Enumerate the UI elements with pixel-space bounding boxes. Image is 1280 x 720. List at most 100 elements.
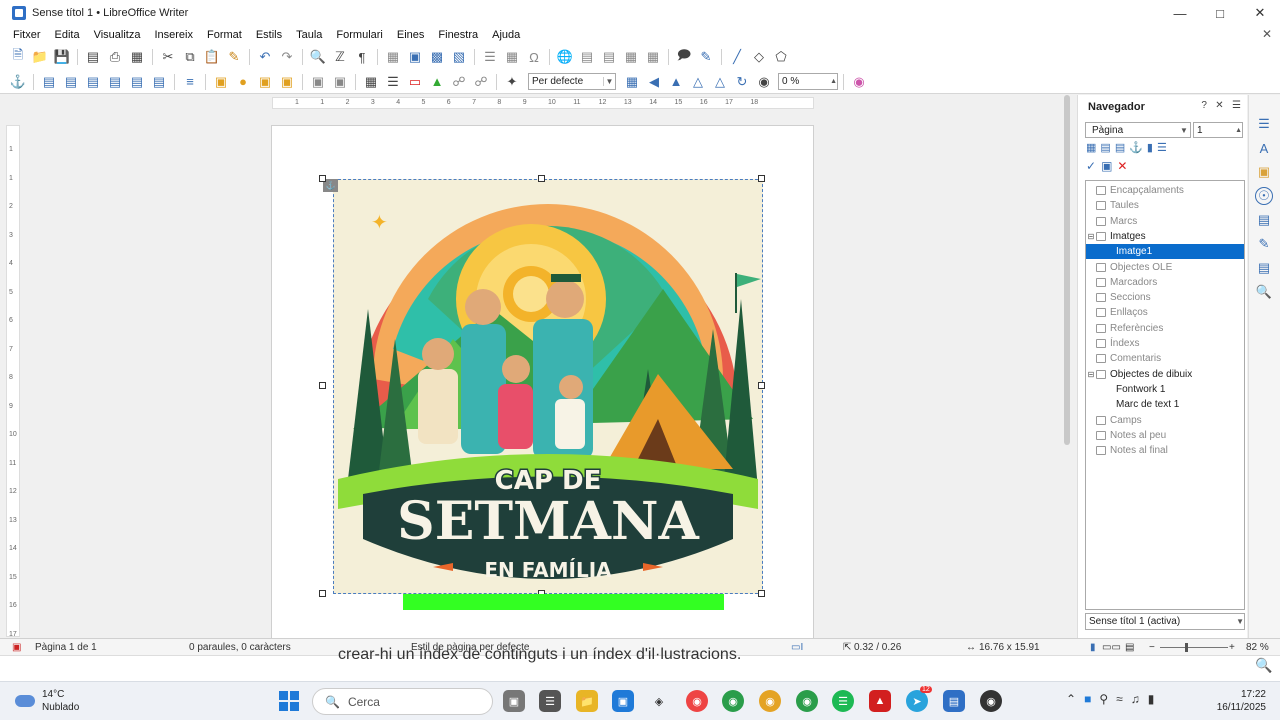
microphone-icon[interactable]: ⚲ [1099, 692, 1108, 706]
edit-image-icon[interactable]: ▣ [1101, 159, 1112, 173]
manage-changes-icon[interactable]: ▤ [1255, 259, 1273, 277]
navigator-tree-item[interactable]: Notes al peu [1086, 428, 1244, 443]
chevron-up-icon[interactable]: ⌃ [1066, 692, 1076, 706]
vertical-ruler[interactable]: 1 1 2 3 4 5 6 7 8 9 10 11 12 13 14 15 16 17 [6, 125, 20, 638]
save-status-icon[interactable]: ▣ [12, 642, 21, 653]
navigator-tree-item[interactable]: Índexs [1086, 336, 1244, 351]
navigator-tree-item[interactable]: Marcadors [1086, 275, 1244, 290]
bring-to-front-icon[interactable]: ▣ [211, 72, 231, 92]
to-background-icon[interactable]: ▣ [330, 72, 350, 92]
wrap-off-icon[interactable]: ▤ [39, 72, 59, 92]
resize-handle[interactable] [758, 590, 765, 597]
collapse-icon[interactable]: ⊟ [1086, 370, 1096, 379]
area-fill-icon[interactable]: ▲ [427, 72, 447, 92]
single-page-view-icon[interactable]: ▮ [1090, 642, 1096, 653]
rotate-left-icon[interactable]: △ [688, 72, 708, 92]
defender-icon[interactable]: ■ [1084, 692, 1091, 706]
insert-chart-icon[interactable]: ▩ [427, 47, 447, 67]
navigator-tree-item[interactable]: Taules [1086, 198, 1244, 213]
navigator-icon[interactable]: ☉ [1255, 187, 1273, 205]
navigator-tree-item[interactable]: Marcs [1086, 214, 1244, 229]
wrap-through-icon[interactable]: ▤ [149, 72, 169, 92]
wrap-right-icon[interactable]: ▤ [127, 72, 147, 92]
navigator-tree-item[interactable]: ⊟ Objectes de dibuix [1086, 367, 1244, 382]
save-icon[interactable]: 💾 [52, 47, 72, 67]
help-icon[interactable]: ? [1201, 100, 1207, 111]
resize-handle[interactable] [758, 175, 765, 182]
weather-widget[interactable]: 14°C Nublado [15, 688, 79, 714]
navigator-tree-item[interactable]: ⊟ Imatges [1086, 229, 1244, 244]
wrap-optimal-icon[interactable]: ▤ [83, 72, 103, 92]
task-view-icon[interactable]: ▣ [503, 690, 525, 712]
anchor-icon[interactable]: ⚓ [8, 72, 28, 92]
file-explorer-icon[interactable]: 📁 [576, 690, 598, 712]
color-palette-icon[interactable]: ◉ [849, 72, 869, 92]
minimize-button[interactable]: — [1160, 0, 1200, 26]
rotate-icon[interactable]: ↻ [732, 72, 752, 92]
to-foreground-icon[interactable]: ▣ [308, 72, 328, 92]
gallery-icon[interactable]: ▣ [1255, 163, 1273, 181]
copy-icon[interactable]: ⧉ [180, 47, 200, 67]
paste-icon[interactable]: 📋 [202, 47, 222, 67]
hyperlink-icon[interactable]: 🌐 [555, 47, 575, 67]
navigator-tree-item[interactable]: Referències [1086, 321, 1244, 336]
wrap-page-icon[interactable]: ▤ [61, 72, 81, 92]
zoom-in-icon[interactable]: + [1229, 642, 1235, 653]
new-document-icon[interactable]: 🗎 [8, 47, 28, 67]
insert-line-icon[interactable]: ╱ [727, 47, 747, 67]
footer-icon[interactable]: ▤ [1115, 141, 1125, 154]
print-icon[interactable]: ⎙ [105, 47, 125, 67]
resize-handle[interactable] [758, 382, 765, 389]
menu-edita[interactable]: Edita [48, 29, 87, 41]
navigator-tree-item[interactable]: Comentaris [1086, 351, 1244, 366]
menu-formulari[interactable]: Formulari [329, 29, 389, 41]
green-highlight-shape[interactable] [403, 594, 724, 610]
navigator-tree-item[interactable]: Marc de text 1 [1086, 397, 1244, 412]
menu-insereix[interactable]: Insereix [147, 29, 200, 41]
flip-horizontal-icon[interactable]: ▲ [666, 72, 686, 92]
menu-format[interactable]: Format [200, 29, 249, 41]
link-frames-icon[interactable]: ☍ [449, 72, 469, 92]
insert-image-icon[interactable]: ▣ [405, 47, 425, 67]
menu-taula[interactable]: Taula [289, 29, 329, 41]
speaker-icon[interactable]: ♫ [1131, 692, 1140, 706]
anchor-to-text-icon[interactable]: ⚓ [1129, 141, 1143, 154]
chrome-icon[interactable]: ◉ [686, 690, 708, 712]
cut-icon[interactable]: ✂ [158, 47, 178, 67]
system-clock[interactable]: 17:22 16/11/2025 [1208, 688, 1266, 714]
checkmark-icon[interactable]: ✓ [1086, 159, 1096, 173]
style-inspector-icon[interactable]: ✎ [1255, 235, 1273, 253]
redo-icon[interactable]: ↷ [277, 47, 297, 67]
page-break-icon[interactable]: ☰ [480, 47, 500, 67]
spelling-icon[interactable]: ℤ [330, 47, 350, 67]
align-objects-icon[interactable]: ≡ [180, 72, 200, 92]
chrome-profile-2-icon[interactable]: ◉ [759, 690, 781, 712]
border-style-icon[interactable]: ☰ [383, 72, 403, 92]
horizontal-ruler[interactable]: 1 1 2 3 4 5 6 7 8 9 10 11 12 13 14 15 16 17 18 [272, 97, 814, 109]
zoom-lens-icon[interactable]: 🔍 [1255, 657, 1272, 674]
telegram-icon[interactable]: ➤ [906, 690, 928, 712]
menu-icon[interactable]: ☰ [1232, 100, 1241, 111]
obs-icon[interactable]: ◉ [980, 690, 1002, 712]
border-color-icon[interactable]: ▭ [405, 72, 425, 92]
borders-icon[interactable]: ▦ [361, 72, 381, 92]
menu-estils[interactable]: Estils [249, 29, 289, 41]
send-to-back-icon[interactable]: ▣ [277, 72, 297, 92]
store-icon[interactable]: ▣ [612, 690, 634, 712]
heading-levels-icon[interactable]: ☰ [1157, 141, 1167, 154]
flip-vertical-icon[interactable]: ◀ [644, 72, 664, 92]
battery-icon[interactable]: ▮ [1148, 692, 1155, 706]
special-character-icon[interactable]: Ω [524, 47, 544, 67]
insert-textbox-icon[interactable]: ▧ [449, 47, 469, 67]
zoom-out-icon[interactable]: − [1149, 642, 1155, 653]
undo-icon[interactable]: ↶ [255, 47, 275, 67]
unlink-frames-icon[interactable]: ☍ [471, 72, 491, 92]
taskbar-search[interactable]: 🔍 Cerca [312, 688, 493, 715]
transparency-icon[interactable]: ◉ [754, 72, 774, 92]
export-pdf-icon[interactable]: ▤ [83, 47, 103, 67]
wifi-icon[interactable]: ≈ [1116, 692, 1123, 706]
find-replace-icon[interactable]: 🔍 [308, 47, 328, 67]
chrome-profile-icon[interactable]: ◉ [722, 690, 744, 712]
properties-icon[interactable]: ☰ [1255, 115, 1273, 133]
navigator-tree-item[interactable]: Notes al final [1086, 443, 1244, 458]
